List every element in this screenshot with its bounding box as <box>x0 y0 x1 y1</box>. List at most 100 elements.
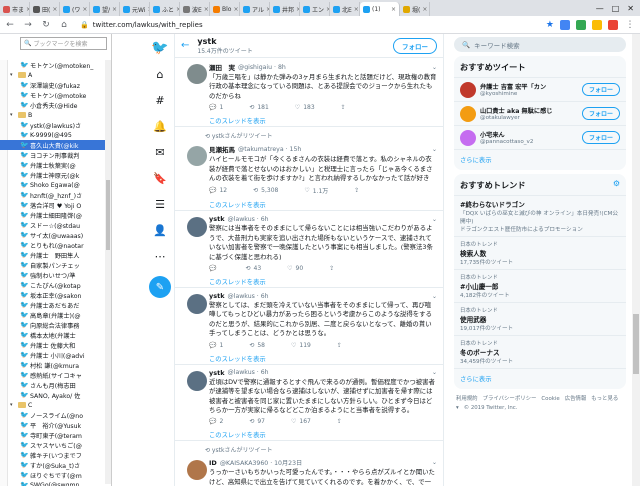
retweet-button[interactable]: ⟲ 5,308 <box>253 186 278 195</box>
extension-icon[interactable] <box>592 19 602 30</box>
bookmark-star-icon[interactable]: ★ <box>546 20 554 30</box>
avatar[interactable] <box>187 146 207 167</box>
follow-button[interactable]: フォロー <box>581 131 620 144</box>
extension-icon[interactable] <box>560 19 570 30</box>
back-icon[interactable]: ← <box>4 19 16 31</box>
chevron-down-icon[interactable]: ⌄ <box>432 293 437 300</box>
like-button[interactable]: ♡ 1.1万 <box>304 186 328 195</box>
retweet-button[interactable]: ⟲ 58 <box>249 342 265 349</box>
follow-button[interactable]: フォロー <box>393 37 437 54</box>
bookmark-item[interactable]: 🐦 hznft(@_hznf_)さ <box>0 190 111 200</box>
folder-arrow-icon[interactable]: ▾ <box>10 402 16 408</box>
browser-tab[interactable]: (ワ × <box>60 2 90 16</box>
show-thread-link[interactable]: このスレッドを表示 <box>175 197 443 212</box>
trend-item[interactable]: 日本のトレンド 使用武器 19,017件のツイート <box>454 303 626 336</box>
extension-icon[interactable] <box>608 19 618 30</box>
tab-close-icon[interactable]: × <box>354 6 359 13</box>
close-window-icon[interactable]: ✕ <box>627 4 634 13</box>
bookmark-item[interactable]: 🐦 ヨコチン刑事裁判 <box>0 150 111 160</box>
tweet-author-name[interactable]: 見瀬拓馬 <box>209 144 235 154</box>
gear-icon[interactable]: ⚙ <box>613 179 620 191</box>
share-icon[interactable]: ⇪ <box>329 265 334 272</box>
bookmark-item[interactable]: 🐦 モトケン(@motoke <box>0 90 111 100</box>
browser-tab[interactable]: 堀(× <box>400 2 430 16</box>
tweet[interactable]: 瀬田 実 @gishigaiu · 8h ⌄ 「万歳三唱を」は静かた弾みの3ヶ月まら生… <box>175 58 443 113</box>
tweet-author-name[interactable]: ID <box>209 459 217 467</box>
recommended-more-link[interactable]: さらに表示 <box>454 150 626 170</box>
bookmark-item[interactable]: 🐦 弁護士秋葉実(@ <box>0 160 111 170</box>
like-button[interactable]: ♡ 119 <box>291 342 311 349</box>
bookmark-item[interactable]: 🐦 坂本正幸(@sakon <box>0 290 111 300</box>
bookmark-item[interactable]: 🐦 弁護士 野田隼人 <box>0 250 111 260</box>
show-thread-link[interactable]: このスレッドを表示 <box>175 427 443 442</box>
tweet[interactable]: ystk @lawkus · 6h ⌄ 警察としては、まだ頭を冷えていない当事者をその… <box>175 288 443 351</box>
bookmark-item[interactable]: 🐦 平 裕介(@Yusuk <box>0 420 111 430</box>
bookmark-item[interactable]: 🐦 とりもれ(@naotar <box>0 240 111 250</box>
chevron-down-icon[interactable]: ⌄ <box>432 64 437 71</box>
bookmark-item[interactable]: 🐦 弁護士あだちあだ <box>0 300 111 310</box>
bookmark-item[interactable]: 🐦 K-9999(@495 <box>0 130 111 140</box>
like-button[interactable]: ♡ 90 <box>287 265 303 272</box>
bookmark-item[interactable]: 🐦 こたぴん(@kotap <box>0 280 111 290</box>
trend-name[interactable]: 使用武器 <box>460 314 620 324</box>
share-icon[interactable]: ⇪ <box>337 342 342 349</box>
lists-icon[interactable]: ☰ <box>150 194 170 214</box>
home-icon[interactable]: ⌂ <box>58 19 70 31</box>
follow-button[interactable]: フォロー <box>581 107 620 120</box>
bookmark-item[interactable]: 🐦 自家製パンチェッ <box>0 260 111 270</box>
sidebar-scroll-thumb[interactable] <box>106 180 110 250</box>
show-thread-link[interactable]: このスレッドを表示 <box>175 113 443 128</box>
chevron-down-icon[interactable]: ⌄ <box>432 216 437 223</box>
bookmark-item[interactable]: 🐦 さんも月(梅志田 <box>0 380 111 390</box>
bookmark-folder[interactable]: ▾ A <box>0 70 111 80</box>
extension-icon[interactable] <box>576 19 586 30</box>
tab-close-icon[interactable]: × <box>233 6 238 13</box>
bookmarks-icon[interactable]: 🔖 <box>150 168 170 188</box>
tweet-author-name[interactable]: ystk <box>209 215 225 223</box>
tweet[interactable]: 見瀬拓馬 @takumatreya · 15h ⌄ ハイヒールモモコが「今くるまさんの… <box>175 140 443 197</box>
recommended-account[interactable]: 山口貴士 aka 無駄に感じ @otakulawyer フォロー <box>454 102 626 126</box>
bookmark-item[interactable]: 🐦 スドー☆(@stdau <box>0 220 111 230</box>
browser-tab[interactable]: 波E × <box>180 2 210 16</box>
account-name[interactable]: 小宅来ん <box>480 130 578 139</box>
bookmark-item[interactable]: 🐦 喜久山大貴(@kik <box>0 140 111 150</box>
bookmark-folder[interactable]: ▾ C <box>0 400 111 410</box>
bookmark-item[interactable]: 🐦 雑キチ(いつまでフ <box>0 450 111 460</box>
page-scrollbar[interactable] <box>632 34 640 486</box>
tab-close-icon[interactable]: × <box>204 6 209 13</box>
trend-name[interactable]: 冬のボーナス <box>460 347 620 357</box>
browser-tab[interactable]: 市ま× <box>0 2 30 16</box>
browser-tab[interactable]: ふと× <box>150 2 180 16</box>
more-icon[interactable]: ⋯ <box>150 246 170 266</box>
menu-icon[interactable]: ⋮ <box>624 19 636 31</box>
reload-icon[interactable]: ↻ <box>40 19 52 31</box>
reply-button[interactable]: 💬 2 <box>209 418 223 425</box>
reply-button[interactable]: 💬 <box>209 265 219 272</box>
bookmark-item[interactable]: 🐦 寺町東子(@teram <box>0 430 111 440</box>
footer-link[interactable]: Cookie <box>541 396 559 402</box>
tab-close-icon[interactable]: × <box>112 6 117 13</box>
bookmark-item[interactable]: 🐦 橋本太地(弁護士 <box>0 330 111 340</box>
bookmark-item[interactable]: 🐦 感熱紙(サイコキャ <box>0 370 111 380</box>
share-icon[interactable]: ⇪ <box>337 418 342 425</box>
minimize-icon[interactable]: — <box>596 4 604 13</box>
twitter-logo-icon[interactable]: 🐦 <box>150 38 170 58</box>
browser-tab[interactable]: Blo × <box>210 2 240 16</box>
tab-close-icon[interactable]: × <box>82 6 87 13</box>
footer-link[interactable]: 広告情報 <box>565 396 587 402</box>
bookmark-item[interactable]: 🐦 弁護士神原元(@k <box>0 170 111 180</box>
page-scroll-thumb[interactable] <box>633 314 639 374</box>
bookmark-item[interactable]: 🐦 村松 謙(@kmura <box>0 360 111 370</box>
retweet-button[interactable]: ⟲ 97 <box>249 418 265 425</box>
tab-close-icon[interactable]: × <box>422 6 427 13</box>
share-icon[interactable]: ⇪ <box>341 104 346 111</box>
browser-tab[interactable]: 田(× <box>30 2 60 16</box>
trend-item[interactable]: #終わらないドラゴン 「DQX いばらの巫女と滅びの神 オンライン」本日発売!(C… <box>454 196 626 237</box>
trend-name[interactable]: #小山慶一郎 <box>460 281 620 291</box>
bookmark-item[interactable]: 🐦 高島章(弁護士)(@ <box>0 310 111 320</box>
retweet-button[interactable]: ⟲ 43 <box>245 265 261 272</box>
twitter-search-input[interactable]: 🔍 キーワード検索 <box>454 37 626 52</box>
browser-tab[interactable]: 望/× <box>90 2 120 16</box>
tweet[interactable]: ystk @lawkus · 6h ⌄ 警察には当事者をそのままにして帰らないことには… <box>175 211 443 274</box>
browser-tab[interactable]: 北E × <box>330 2 360 16</box>
